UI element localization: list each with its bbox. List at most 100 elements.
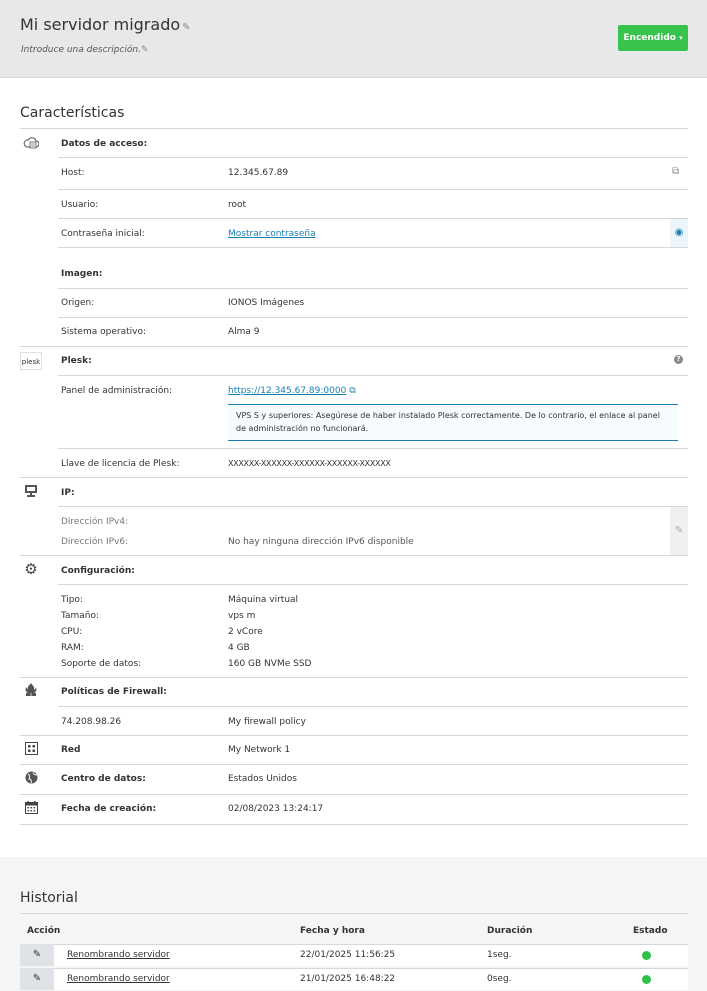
description-placeholder: Introduce una descripción.: [21, 45, 141, 55]
history-duration: 1seg.: [487, 950, 512, 960]
divider: [58, 706, 688, 707]
network-value: My Network 1: [228, 745, 291, 755]
divider: [58, 506, 688, 507]
caret-down-icon: ▾: [679, 34, 683, 42]
divider: [20, 764, 688, 765]
cloud-server-icon: [20, 136, 42, 154]
storage-value: 160 GB NVMe SSD: [228, 659, 312, 669]
column-header-datetime: Fecha y hora: [300, 926, 365, 936]
column-header-status: Estado: [633, 926, 668, 936]
pencil-icon[interactable]: ✎: [141, 45, 149, 55]
host-value: 12.345.67.89: [228, 168, 289, 178]
type-value: Máquina virtual: [228, 595, 299, 605]
access-heading: Datos de acceso:: [61, 139, 148, 149]
server-title[interactable]: Mi servidor migrado ✎: [20, 15, 191, 34]
firewall-heading: Políticas de Firewall:: [61, 687, 167, 697]
divider: [20, 555, 688, 556]
copy-icon[interactable]: ⧉: [672, 166, 679, 177]
ipv4-label: Dirección IPv4:: [61, 517, 129, 527]
host-label: Host:: [61, 168, 85, 178]
help-icon[interactable]: ?: [674, 355, 683, 364]
divider: [20, 477, 688, 478]
size-value: vps m: [228, 611, 256, 621]
firewall-ip: 74.208.98.26: [61, 717, 122, 727]
description-field[interactable]: Introduce una descripción.✎: [21, 45, 149, 55]
show-password-link[interactable]: Mostrar contraseña: [228, 229, 316, 239]
storage-label: Soporte de datos:: [61, 659, 142, 669]
page-header: Mi servidor migrado ✎ Introduce una descr…: [0, 0, 707, 78]
monitor-network-icon: [20, 484, 42, 502]
plesk-info-box: VPS S y superiores: Asegúrese de haber i…: [228, 404, 678, 441]
calendar-icon: [20, 801, 42, 818]
origin-value: IONOS Imágenes: [228, 298, 305, 308]
section-title-history: Historial: [20, 890, 78, 906]
datacenter-value: Estados Unidos: [228, 774, 297, 784]
ipv6-label: Dirección IPv6:: [61, 537, 129, 547]
divider: [20, 913, 688, 914]
license-label: Llave de licencia de Plesk:: [61, 459, 180, 469]
divider: [20, 677, 688, 678]
admin-panel-link[interactable]: https://12.345.67.89:0000: [228, 386, 346, 396]
config-heading: Configuración:: [61, 566, 135, 576]
history-action-link[interactable]: Renombrando servidor: [67, 944, 170, 966]
created-label: Fecha de creación:: [61, 804, 157, 814]
pencil-icon[interactable]: ✎: [182, 22, 190, 33]
divider: [20, 128, 688, 129]
history-duration: 0seg.: [487, 974, 512, 984]
network-icon: [20, 742, 42, 759]
user-value: root: [228, 200, 247, 210]
power-status-button[interactable]: Encendido ▾: [618, 25, 688, 51]
ip-heading: IP:: [61, 488, 75, 498]
user-label: Usuario:: [61, 200, 99, 210]
section-title-characteristics: Características: [20, 105, 125, 121]
divider: [58, 288, 688, 289]
column-header-duration: Duración: [487, 926, 533, 936]
divider: [20, 346, 688, 347]
cpu-value: 2 vCore: [228, 627, 263, 637]
globe-icon: [20, 771, 42, 788]
divider: [20, 794, 688, 795]
history-datetime: 21/01/2025 16:48:22: [300, 974, 396, 984]
status-dot: [642, 951, 651, 960]
ipv6-value: No hay ninguna dirección IPv6 disponible: [228, 537, 414, 547]
status-dot: [642, 975, 651, 984]
server-title-text: Mi servidor migrado: [20, 15, 181, 34]
divider: [58, 189, 688, 190]
gear-icon: ⚙: [24, 560, 38, 578]
history-datetime: 22/01/2025 11:56:25: [300, 950, 396, 960]
ram-value: 4 GB: [228, 643, 250, 653]
password-label: Contraseña inicial:: [61, 229, 145, 239]
size-label: Tamaño:: [61, 611, 100, 621]
divider: [58, 584, 688, 585]
eye-icon[interactable]: ◉: [670, 219, 688, 247]
divider: [58, 317, 688, 318]
type-label: Tipo:: [61, 595, 83, 605]
divider: [58, 218, 688, 219]
firewall-policy: My firewall policy: [228, 717, 306, 727]
pencil-icon[interactable]: ✎: [670, 507, 688, 555]
os-label: Sistema operativo:: [61, 327, 146, 337]
firewall-icon: [20, 682, 42, 701]
history-action-link[interactable]: Renombrando servidor: [67, 968, 170, 990]
os-value: Alma 9: [228, 327, 260, 337]
column-header-action: Acción: [27, 926, 61, 936]
admin-panel-label: Panel de administración:: [61, 386, 173, 396]
ram-label: RAM:: [61, 643, 84, 653]
external-link-icon[interactable]: ⧉: [349, 386, 355, 396]
divider: [58, 375, 688, 376]
pencil-icon: ✎: [20, 944, 54, 966]
license-value: XXXXXX-XXXXXX-XXXXXX-XXXXXX-XXXXXX: [228, 459, 391, 468]
divider: [58, 157, 688, 158]
cpu-label: CPU:: [61, 627, 83, 637]
datacenter-label: Centro de datos:: [61, 774, 146, 784]
network-label: Red: [61, 745, 81, 755]
created-value: 02/08/2023 13:24:17: [228, 804, 324, 814]
admin-panel-link-wrap: https://12.345.67.89:0000 ⧉: [228, 386, 356, 396]
power-button-label: Encendido: [623, 33, 676, 43]
divider: [58, 448, 688, 449]
plesk-logo: plesk: [20, 352, 42, 370]
divider: [20, 735, 688, 736]
divider: [58, 247, 688, 248]
origin-label: Origen:: [61, 298, 95, 308]
pencil-icon: ✎: [20, 968, 54, 990]
